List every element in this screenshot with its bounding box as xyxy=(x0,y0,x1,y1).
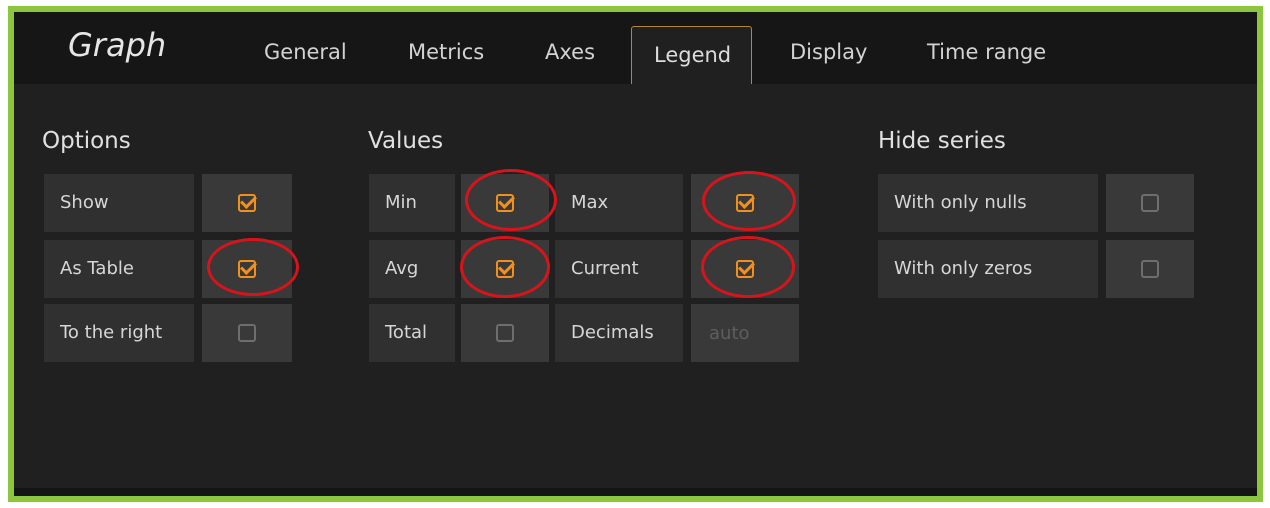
decimals-input[interactable] xyxy=(691,304,799,362)
option-show-checkbox-cell xyxy=(202,174,292,232)
option-to-the-right-checkbox[interactable] xyxy=(238,324,256,342)
hide-zeros-checkbox-cell xyxy=(1106,240,1194,298)
value-current-checkbox-cell xyxy=(691,240,799,298)
value-decimals-label: Decimals xyxy=(555,304,683,362)
hide-nulls-label: With only nulls xyxy=(878,174,1098,232)
value-total-label: Total xyxy=(369,304,455,362)
values-section-title: Values xyxy=(368,128,444,154)
value-max-checkbox[interactable] xyxy=(736,194,754,212)
editor-footer-bar xyxy=(14,488,1257,496)
value-current-checkbox[interactable] xyxy=(736,260,754,278)
value-decimals-cell xyxy=(691,304,799,362)
tab-legend[interactable]: Legend xyxy=(631,26,753,84)
value-avg-checkbox-cell xyxy=(461,240,549,298)
option-as-table-checkbox-cell xyxy=(202,240,292,298)
option-show-checkbox[interactable] xyxy=(238,194,256,212)
hide-zeros-checkbox[interactable] xyxy=(1141,260,1159,278)
tab-metrics[interactable]: Metrics xyxy=(408,40,484,64)
option-to-the-right-label: To the right xyxy=(44,304,194,362)
editor-header: Graph General Metrics Axes Legend Displa… xyxy=(14,12,1257,84)
hide-nulls-checkbox[interactable] xyxy=(1141,194,1159,212)
value-avg-checkbox[interactable] xyxy=(496,260,514,278)
tab-display[interactable]: Display xyxy=(790,40,867,64)
hide-nulls-checkbox-cell xyxy=(1106,174,1194,232)
tab-general[interactable]: General xyxy=(264,40,347,64)
value-min-checkbox[interactable] xyxy=(496,194,514,212)
hide-zeros-label: With only zeros xyxy=(878,240,1098,298)
value-avg-label: Avg xyxy=(369,240,455,298)
value-total-checkbox[interactable] xyxy=(496,324,514,342)
hide-series-section-title: Hide series xyxy=(878,128,1006,154)
value-total-checkbox-cell xyxy=(461,304,549,362)
value-max-checkbox-cell xyxy=(691,174,799,232)
option-show-label: Show xyxy=(44,174,194,232)
value-current-label: Current xyxy=(555,240,683,298)
option-as-table-checkbox[interactable] xyxy=(238,260,256,278)
tab-axes[interactable]: Axes xyxy=(545,40,595,64)
value-min-label: Min xyxy=(369,174,455,232)
option-as-table-label: As Table xyxy=(44,240,194,298)
panel-title: Graph xyxy=(68,26,167,64)
options-section-title: Options xyxy=(42,128,131,154)
tab-time-range[interactable]: Time range xyxy=(927,40,1046,64)
option-to-the-right-checkbox-cell xyxy=(202,304,292,362)
value-min-checkbox-cell xyxy=(461,174,549,232)
graph-editor-frame: Graph General Metrics Axes Legend Displa… xyxy=(8,6,1263,502)
value-max-label: Max xyxy=(555,174,683,232)
